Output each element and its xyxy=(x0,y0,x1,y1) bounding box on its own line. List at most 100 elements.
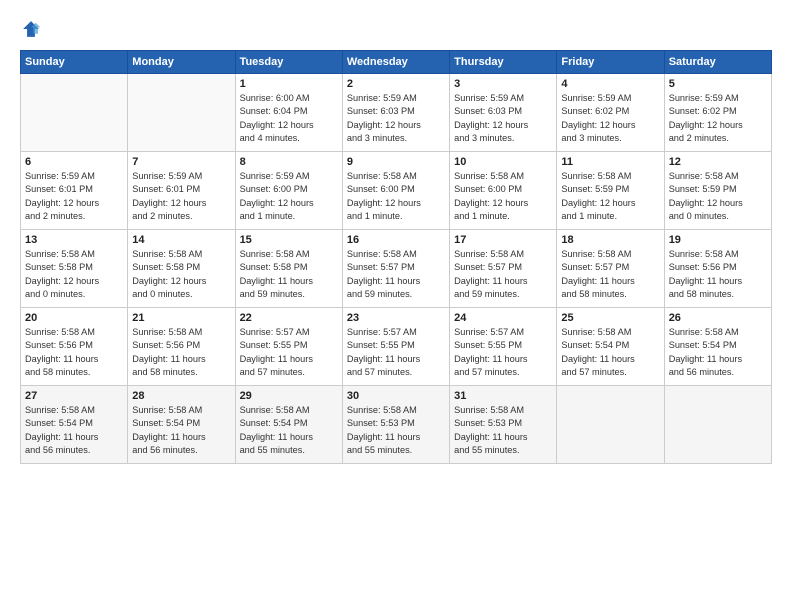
calendar-cell: 29 Sunrise: 5:58 AM Sunset: 5:54 PM Dayli… xyxy=(235,386,342,464)
weekday-header: Wednesday xyxy=(342,51,449,74)
day-info: Sunrise: 5:59 AM Sunset: 6:00 PM Dayligh… xyxy=(240,170,338,223)
calendar-cell xyxy=(664,386,771,464)
day-info: Sunrise: 5:59 AM Sunset: 6:02 PM Dayligh… xyxy=(669,92,767,145)
day-info: Sunrise: 5:58 AM Sunset: 5:59 PM Dayligh… xyxy=(669,170,767,223)
day-info: Sunrise: 5:58 AM Sunset: 5:56 PM Dayligh… xyxy=(669,248,767,301)
day-number: 23 xyxy=(347,312,445,324)
calendar-cell: 3 Sunrise: 5:59 AM Sunset: 6:03 PM Daylig… xyxy=(450,74,557,152)
day-info: Sunrise: 5:58 AM Sunset: 6:00 PM Dayligh… xyxy=(347,170,445,223)
calendar-cell: 16 Sunrise: 5:58 AM Sunset: 5:57 PM Dayli… xyxy=(342,230,449,308)
page: SundayMondayTuesdayWednesdayThursdayFrid… xyxy=(0,0,792,612)
calendar-table: SundayMondayTuesdayWednesdayThursdayFrid… xyxy=(20,50,772,464)
calendar-week-row: 27Sunrise: 5:58 AM Sunset: 5:54 PM Dayli… xyxy=(21,386,772,464)
calendar-cell: 4Sunrise: 5:59 AM Sunset: 6:02 PM Daylig… xyxy=(557,74,664,152)
logo xyxy=(20,18,46,40)
calendar-cell: 15 Sunrise: 5:58 AM Sunset: 5:58 PM Dayli… xyxy=(235,230,342,308)
day-info: Sunrise: 5:59 AM Sunset: 6:03 PM Dayligh… xyxy=(454,92,552,145)
calendar-cell: 25Sunrise: 5:58 AM Sunset: 5:54 PM Dayli… xyxy=(557,308,664,386)
day-number: 26 xyxy=(669,312,767,324)
calendar-cell: 1 Sunrise: 6:00 AM Sunset: 6:04 PM Daylig… xyxy=(235,74,342,152)
day-info: Sunrise: 5:58 AM Sunset: 5:54 PM Dayligh… xyxy=(561,326,659,379)
calendar-week-row: 1 Sunrise: 6:00 AM Sunset: 6:04 PM Daylig… xyxy=(21,74,772,152)
calendar-cell: 11 Sunrise: 5:58 AM Sunset: 5:59 PM Dayli… xyxy=(557,152,664,230)
day-number: 16 xyxy=(347,234,445,246)
day-number: 13 xyxy=(25,234,123,246)
day-info: Sunrise: 5:57 AM Sunset: 5:55 PM Dayligh… xyxy=(347,326,445,379)
calendar-cell: 31Sunrise: 5:58 AM Sunset: 5:53 PM Dayli… xyxy=(450,386,557,464)
header xyxy=(20,18,772,40)
calendar-cell xyxy=(128,74,235,152)
calendar-cell: 27Sunrise: 5:58 AM Sunset: 5:54 PM Dayli… xyxy=(21,386,128,464)
day-info: Sunrise: 5:58 AM Sunset: 5:58 PM Dayligh… xyxy=(132,248,230,301)
calendar-cell: 19 Sunrise: 5:58 AM Sunset: 5:56 PM Dayli… xyxy=(664,230,771,308)
calendar-cell: 14 Sunrise: 5:58 AM Sunset: 5:58 PM Dayli… xyxy=(128,230,235,308)
calendar-cell: 5 Sunrise: 5:59 AM Sunset: 6:02 PM Daylig… xyxy=(664,74,771,152)
calendar-week-row: 13 Sunrise: 5:58 AM Sunset: 5:58 PM Dayli… xyxy=(21,230,772,308)
day-number: 14 xyxy=(132,234,230,246)
day-number: 11 xyxy=(561,156,659,168)
day-number: 29 xyxy=(240,390,338,402)
day-info: Sunrise: 5:58 AM Sunset: 5:57 PM Dayligh… xyxy=(347,248,445,301)
day-info: Sunrise: 5:58 AM Sunset: 5:56 PM Dayligh… xyxy=(132,326,230,379)
day-number: 1 xyxy=(240,78,338,90)
day-number: 8 xyxy=(240,156,338,168)
day-info: Sunrise: 5:58 AM Sunset: 5:58 PM Dayligh… xyxy=(25,248,123,301)
day-number: 6 xyxy=(25,156,123,168)
weekday-header-row: SundayMondayTuesdayWednesdayThursdayFrid… xyxy=(21,51,772,74)
calendar-week-row: 6 Sunrise: 5:59 AM Sunset: 6:01 PM Daylig… xyxy=(21,152,772,230)
day-number: 7 xyxy=(132,156,230,168)
day-number: 12 xyxy=(669,156,767,168)
day-info: Sunrise: 5:58 AM Sunset: 6:00 PM Dayligh… xyxy=(454,170,552,223)
day-info: Sunrise: 5:59 AM Sunset: 6:01 PM Dayligh… xyxy=(132,170,230,223)
day-info: Sunrise: 5:58 AM Sunset: 5:58 PM Dayligh… xyxy=(240,248,338,301)
day-number: 20 xyxy=(25,312,123,324)
calendar-cell: 10 Sunrise: 5:58 AM Sunset: 6:00 PM Dayli… xyxy=(450,152,557,230)
day-number: 19 xyxy=(669,234,767,246)
weekday-header: Monday xyxy=(128,51,235,74)
day-number: 30 xyxy=(347,390,445,402)
day-info: Sunrise: 5:58 AM Sunset: 5:57 PM Dayligh… xyxy=(454,248,552,301)
weekday-header: Tuesday xyxy=(235,51,342,74)
day-info: Sunrise: 5:58 AM Sunset: 5:53 PM Dayligh… xyxy=(347,404,445,457)
calendar-cell: 21Sunrise: 5:58 AM Sunset: 5:56 PM Dayli… xyxy=(128,308,235,386)
calendar-cell: 9Sunrise: 5:58 AM Sunset: 6:00 PM Daylig… xyxy=(342,152,449,230)
day-number: 15 xyxy=(240,234,338,246)
calendar-cell: 7 Sunrise: 5:59 AM Sunset: 6:01 PM Daylig… xyxy=(128,152,235,230)
calendar-cell: 23 Sunrise: 5:57 AM Sunset: 5:55 PM Dayli… xyxy=(342,308,449,386)
day-number: 28 xyxy=(132,390,230,402)
day-info: Sunrise: 5:58 AM Sunset: 5:54 PM Dayligh… xyxy=(132,404,230,457)
day-info: Sunrise: 5:58 AM Sunset: 5:54 PM Dayligh… xyxy=(240,404,338,457)
calendar-cell: 30 Sunrise: 5:58 AM Sunset: 5:53 PM Dayli… xyxy=(342,386,449,464)
day-number: 17 xyxy=(454,234,552,246)
calendar-cell: 28 Sunrise: 5:58 AM Sunset: 5:54 PM Dayli… xyxy=(128,386,235,464)
day-info: Sunrise: 5:59 AM Sunset: 6:03 PM Dayligh… xyxy=(347,92,445,145)
weekday-header: Thursday xyxy=(450,51,557,74)
calendar-cell: 8 Sunrise: 5:59 AM Sunset: 6:00 PM Daylig… xyxy=(235,152,342,230)
day-info: Sunrise: 5:58 AM Sunset: 5:53 PM Dayligh… xyxy=(454,404,552,457)
calendar-cell: 22 Sunrise: 5:57 AM Sunset: 5:55 PM Dayli… xyxy=(235,308,342,386)
day-number: 3 xyxy=(454,78,552,90)
day-number: 2 xyxy=(347,78,445,90)
calendar-cell: 13 Sunrise: 5:58 AM Sunset: 5:58 PM Dayli… xyxy=(21,230,128,308)
day-info: Sunrise: 5:58 AM Sunset: 5:56 PM Dayligh… xyxy=(25,326,123,379)
calendar-cell: 20 Sunrise: 5:58 AM Sunset: 5:56 PM Dayli… xyxy=(21,308,128,386)
calendar-cell: 18 Sunrise: 5:58 AM Sunset: 5:57 PM Dayli… xyxy=(557,230,664,308)
weekday-header: Saturday xyxy=(664,51,771,74)
day-info: Sunrise: 5:58 AM Sunset: 5:57 PM Dayligh… xyxy=(561,248,659,301)
calendar-cell: 26 Sunrise: 5:58 AM Sunset: 5:54 PM Dayli… xyxy=(664,308,771,386)
day-info: Sunrise: 5:58 AM Sunset: 5:54 PM Dayligh… xyxy=(25,404,123,457)
day-info: Sunrise: 5:58 AM Sunset: 5:59 PM Dayligh… xyxy=(561,170,659,223)
calendar-cell: 24Sunrise: 5:57 AM Sunset: 5:55 PM Dayli… xyxy=(450,308,557,386)
calendar-week-row: 20 Sunrise: 5:58 AM Sunset: 5:56 PM Dayli… xyxy=(21,308,772,386)
calendar-cell: 17 Sunrise: 5:58 AM Sunset: 5:57 PM Dayli… xyxy=(450,230,557,308)
weekday-header: Sunday xyxy=(21,51,128,74)
day-info: Sunrise: 5:58 AM Sunset: 5:54 PM Dayligh… xyxy=(669,326,767,379)
day-info: Sunrise: 6:00 AM Sunset: 6:04 PM Dayligh… xyxy=(240,92,338,145)
day-number: 10 xyxy=(454,156,552,168)
day-info: Sunrise: 5:57 AM Sunset: 5:55 PM Dayligh… xyxy=(240,326,338,379)
day-info: Sunrise: 5:59 AM Sunset: 6:01 PM Dayligh… xyxy=(25,170,123,223)
day-number: 4 xyxy=(561,78,659,90)
day-number: 5 xyxy=(669,78,767,90)
day-number: 18 xyxy=(561,234,659,246)
day-number: 22 xyxy=(240,312,338,324)
